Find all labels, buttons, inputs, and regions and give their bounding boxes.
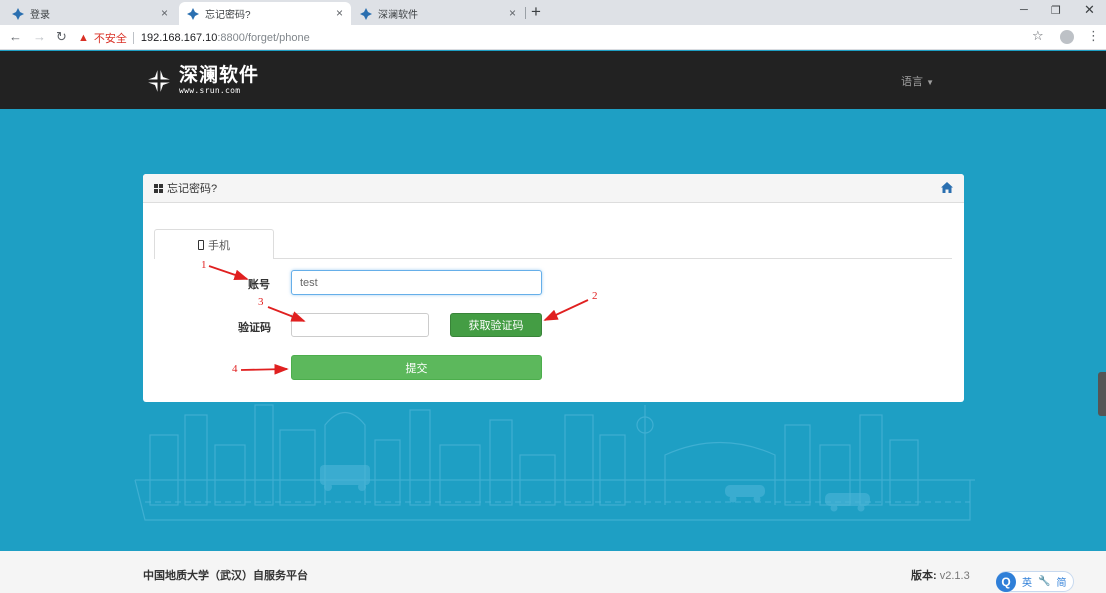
security-label: 不安全 [93, 32, 127, 45]
close-window-icon[interactable]: ✕ [1084, 2, 1095, 18]
tab-phone[interactable]: 手机 [154, 229, 274, 259]
srun-favicon-icon [360, 7, 372, 20]
get-code-button[interactable]: 获取验证码 [450, 313, 542, 337]
tab-separator [525, 7, 526, 19]
browser-tab-login[interactable]: 登录 × [4, 2, 176, 25]
site-header: 深澜软件 www.srun.com 语言 ▼ [0, 51, 1106, 109]
reload-icon[interactable]: ↻ [56, 29, 67, 45]
language-label: 语言 [901, 76, 923, 88]
warning-icon: ▲ [78, 31, 89, 44]
side-scroll-handle[interactable] [1098, 372, 1106, 416]
ime-logo-icon[interactable]: Q [996, 571, 1016, 592]
ime-mode-toggle[interactable]: 简 [1056, 574, 1066, 589]
home-icon[interactable] [941, 182, 953, 193]
close-tab-icon[interactable]: × [161, 7, 168, 19]
site-logo[interactable]: 深澜软件 www.srun.com [143, 63, 259, 99]
panel-title: 忘记密码? [167, 183, 218, 195]
close-tab-icon[interactable]: × [336, 7, 343, 19]
logo-url: www.srun.com [179, 86, 241, 95]
browser-tab-strip: 登录 × 忘记密码? × 深澜软件 × + ─ ❐ ✕ [0, 0, 1106, 25]
annotation-number-1: 1 [201, 259, 207, 271]
tab-title: 登录 [30, 10, 50, 21]
omnibox-divider [132, 31, 134, 44]
url-host: 192.168.167.10 [140, 31, 218, 44]
menu-kebab-icon[interactable]: ⋮ [1087, 28, 1100, 44]
tab-title: 忘记密码? [205, 10, 251, 21]
version-label: 版本: [911, 570, 937, 582]
forgot-password-panel: 忘记密码? 手机 账号 test 验证码 获取验证码 提交 [143, 174, 964, 402]
srun-logo-icon [144, 66, 174, 96]
browser-tab-forgot-password[interactable]: 忘记密码? × [179, 2, 351, 25]
language-dropdown[interactable]: 语言 ▼ [901, 73, 934, 89]
srun-favicon-icon [187, 7, 199, 20]
version-value: v2.1.3 [939, 570, 970, 582]
version-info: 版本: v2.1.3 [911, 567, 970, 583]
tab-label: 手机 [208, 239, 230, 252]
logo-name: 深澜软件 [179, 65, 260, 86]
browser-tab-srun[interactable]: 深澜软件 × [352, 2, 524, 25]
ime-toolbar[interactable]: Q 英 🔧 简 [996, 571, 1074, 592]
srun-favicon-icon [12, 7, 24, 20]
annotation-number-4: 4 [232, 363, 238, 375]
annotation-number-2: 2 [592, 290, 598, 302]
forward-icon[interactable]: → [33, 29, 46, 45]
back-icon[interactable]: ← [9, 29, 22, 45]
bookmark-star-icon[interactable]: ☆ [1032, 28, 1044, 44]
new-tab-button[interactable]: + [531, 3, 541, 21]
site-footer: 中国地质大学（武汉）自服务平台 版本: v2.1.3 [0, 551, 1106, 593]
annotation-number-3: 3 [258, 296, 264, 308]
caret-down-icon: ▼ [926, 78, 934, 87]
phone-icon [198, 239, 204, 250]
ime-wrench-icon[interactable]: 🔧 [1038, 576, 1050, 587]
profile-avatar-icon[interactable] [1060, 30, 1074, 44]
city-skyline-illustration [134, 404, 975, 521]
account-input[interactable]: test [291, 270, 542, 295]
verification-code-input[interactable] [291, 313, 429, 337]
verification-code-label: 验证码 [238, 322, 271, 334]
submit-button[interactable]: 提交 [291, 355, 542, 380]
account-label: 账号 [248, 279, 270, 291]
tab-title: 深澜软件 [378, 10, 418, 21]
address-bar[interactable]: ▲ 不安全 192.168.167.10 :8800/forget/phone [78, 28, 1058, 47]
restore-icon[interactable]: ❐ [1051, 4, 1061, 17]
panel-heading: 忘记密码? [143, 174, 964, 203]
ime-language-toggle[interactable]: 英 [1022, 574, 1032, 589]
browser-toolbar: ← → ↻ ▲ 不安全 192.168.167.10 :8800/forget/… [0, 25, 1106, 50]
minimize-icon[interactable]: ─ [1020, 4, 1028, 16]
th-large-icon [154, 183, 163, 193]
platform-name: 中国地质大学（武汉）自服务平台 [143, 570, 308, 582]
url-path: :8800/forget/phone [217, 31, 310, 44]
close-tab-icon[interactable]: × [509, 7, 516, 19]
